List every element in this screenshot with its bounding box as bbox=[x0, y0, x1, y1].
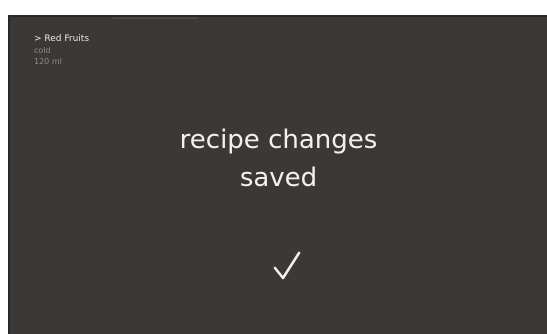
message-line-1: recipe changes bbox=[179, 125, 378, 155]
confirmation-message: recipe changes saved bbox=[10, 121, 547, 197]
device-bezel: > Red Fruits cold 120 ml recipe changes … bbox=[0, 0, 547, 334]
display-screen: > Red Fruits cold 120 ml recipe changes … bbox=[8, 15, 547, 334]
recipe-summary: > Red Fruits cold 120 ml bbox=[34, 34, 89, 67]
recipe-name: > Red Fruits bbox=[34, 34, 90, 44]
checkmark-icon bbox=[273, 251, 301, 280]
recipe-volume: 120 ml bbox=[34, 57, 62, 66]
message-line-2: saved bbox=[239, 163, 318, 193]
recipe-temperature: cold bbox=[34, 46, 51, 55]
screen-top-notch bbox=[110, 17, 200, 19]
